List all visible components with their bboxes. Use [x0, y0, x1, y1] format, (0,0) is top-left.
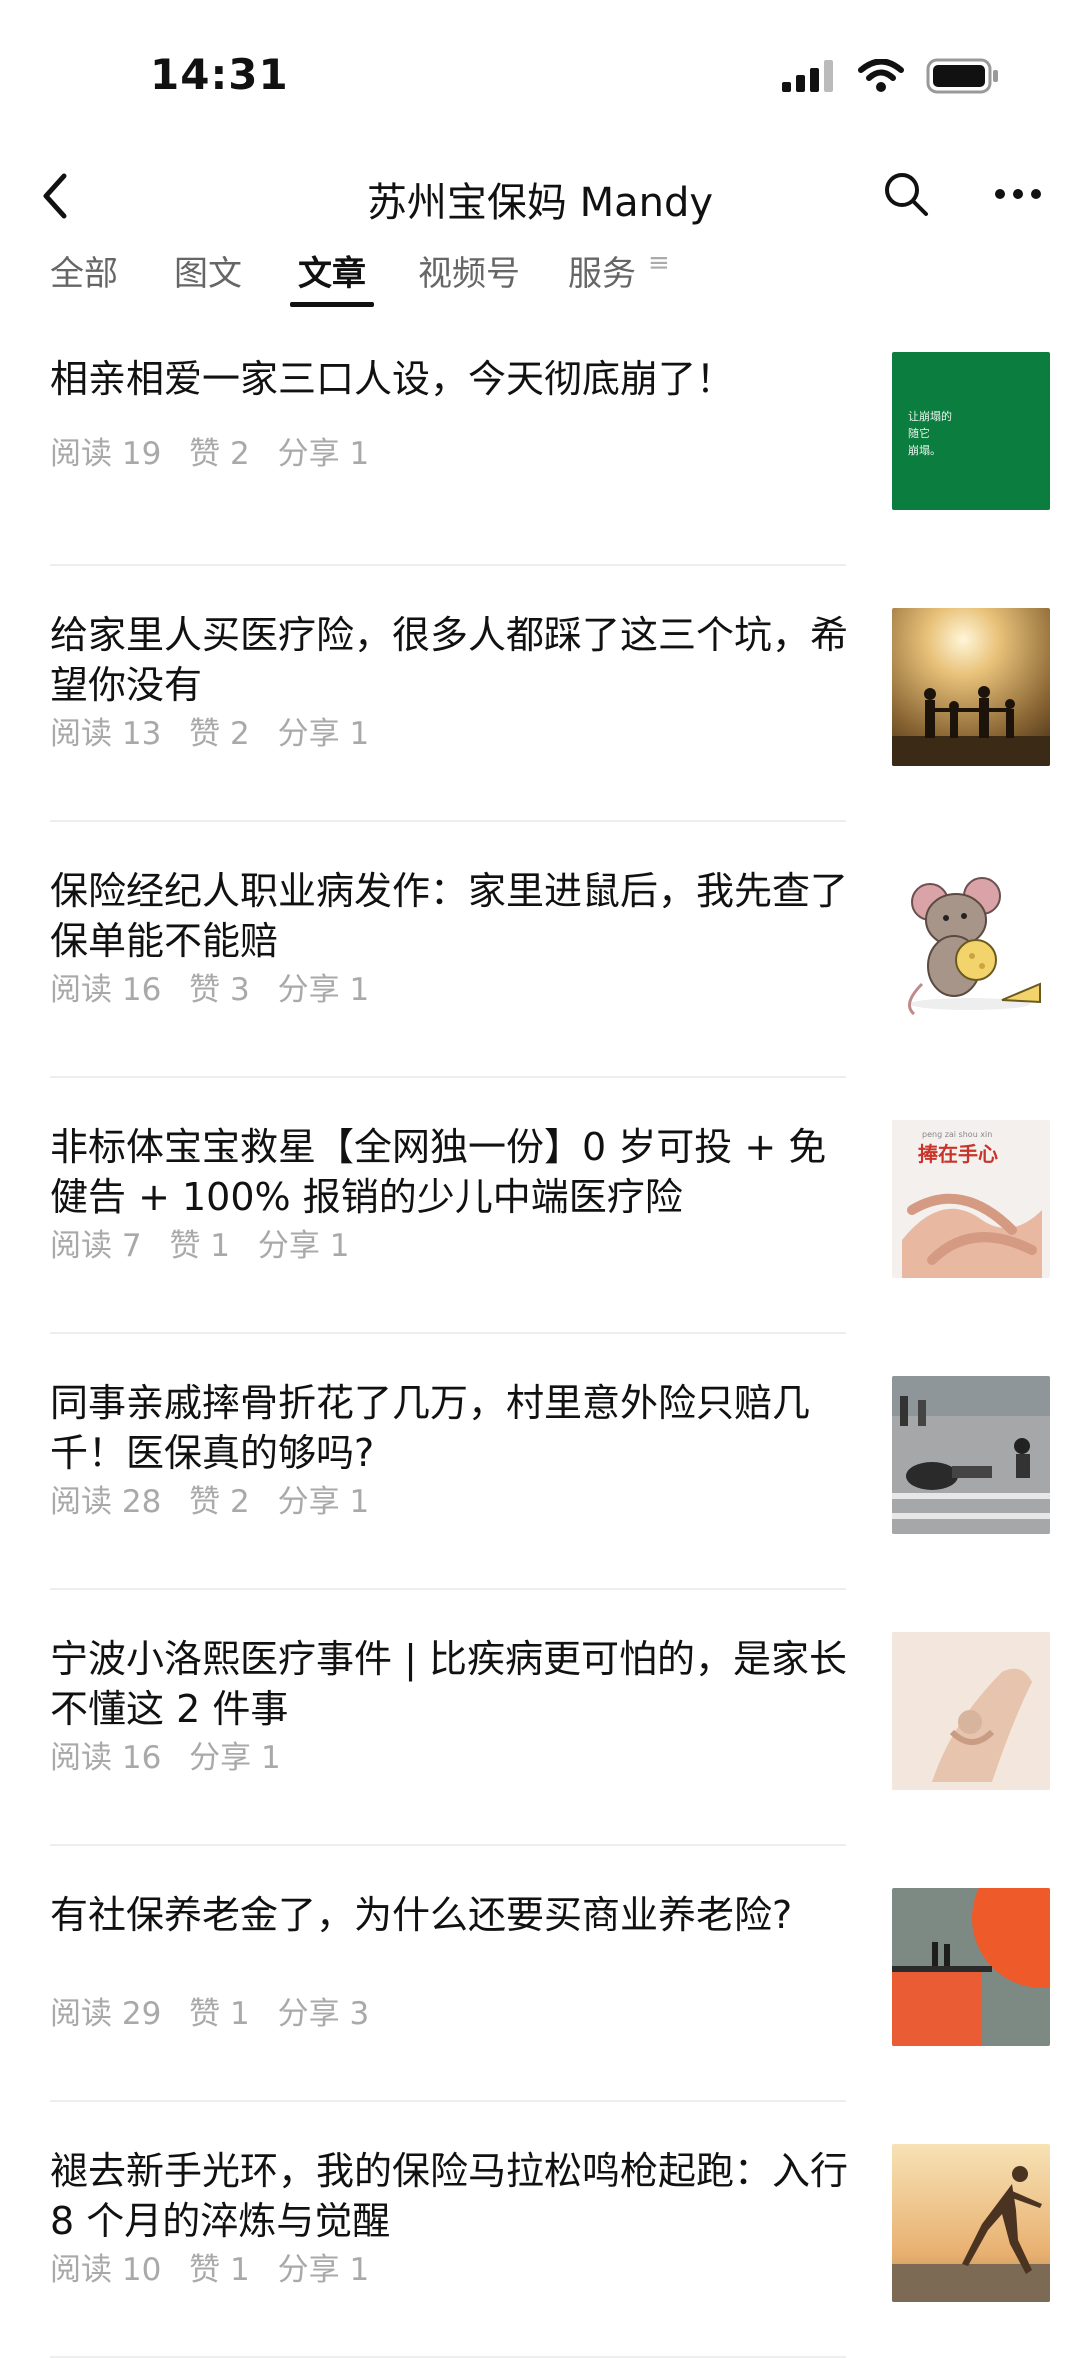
share-count: 分享 1 — [277, 1484, 370, 1520]
read-count: 阅读 19 — [50, 436, 162, 472]
battery-icon — [926, 58, 998, 94]
read-count: 阅读 7 — [50, 1228, 142, 1264]
article-title: 同事亲戚摔骨折花了几万，村里意外险只赔几千！医保真的够吗? — [50, 1381, 811, 1475]
like-count: 赞 3 — [189, 972, 250, 1008]
article-thumbnail: 让崩塌的 随它 崩塌。 — [892, 352, 1050, 510]
family-sunset-image — [892, 608, 1050, 766]
article-title: 宁波小洛熙医疗事件 | 比疾病更可怕的，是家长不懂这 2 件事 — [50, 1637, 847, 1731]
article-title: 保险经纪人职业病发作：家里进鼠后，我先查了保单能不能赔 — [50, 869, 849, 963]
article-meta: 阅读 10 赞 1 分享 1 — [50, 2244, 387, 2289]
article-meta: 阅读 28 赞 2 分享 1 — [50, 1476, 387, 1521]
share-count: 分享 1 — [189, 1740, 281, 1776]
tab-services[interactable]: 服务 — [568, 246, 636, 295]
article-title: 有社保养老金了，为什么还要买商业养老险? — [50, 1893, 793, 1937]
share-count: 分享 3 — [277, 1996, 370, 2032]
article-meta: 阅读 13 赞 2 分享 1 — [50, 708, 387, 753]
status-bar: 14:31 — [0, 0, 1080, 140]
like-count: 赞 2 — [189, 1484, 250, 1520]
system-icons — [782, 58, 1000, 94]
article-item[interactable]: 褪去新手光环，我的保险马拉松鸣枪起跑：入行 8 个月的淬炼与觉醒 阅读 10 赞… — [0, 2102, 1080, 2358]
more-options-icon[interactable] — [992, 170, 1044, 218]
hands-image — [902, 1193, 1042, 1278]
tab-bar: 全部 图文 文章 视频号 服务 ≡ — [0, 240, 1080, 310]
article-thumbnail — [892, 1632, 1050, 1790]
share-count: 分享 1 — [277, 716, 370, 752]
article-meta: 阅读 16 分享 1 — [50, 1732, 299, 1777]
article-thumbnail — [892, 2144, 1050, 2302]
hand-holding-child-image — [892, 1632, 1050, 1790]
share-count: 分享 1 — [277, 436, 370, 472]
like-count: 赞 1 — [169, 1228, 231, 1264]
read-count: 阅读 13 — [50, 716, 162, 752]
like-count: 赞 2 — [189, 436, 250, 472]
like-count: 赞 2 — [189, 716, 250, 752]
article-thumbnail — [892, 608, 1050, 766]
share-count: 分享 1 — [257, 1228, 350, 1264]
article-thumbnail: peng zai shou xin 捧在手心 — [892, 1120, 1050, 1278]
article-thumbnail — [892, 1888, 1050, 2046]
couple-cliff-sunset-image — [892, 1888, 1050, 2046]
share-count: 分享 1 — [277, 972, 370, 1008]
read-count: 阅读 16 — [50, 972, 162, 1008]
tab-articles[interactable]: 文章 — [298, 246, 366, 295]
article-item[interactable]: 有社保养老金了，为什么还要买商业养老险? 阅读 29 赞 1 分享 3 — [0, 1846, 1080, 2102]
article-meta: 阅读 7 赞 1 分享 1 — [50, 1220, 367, 1265]
cellular-signal-icon — [782, 60, 833, 92]
article-title: 给家里人买医疗险，很多人都踩了这三个坑，希望你没有 — [50, 613, 849, 707]
article-thumbnail — [892, 1376, 1050, 1534]
article-meta: 阅读 29 赞 1 分享 3 — [50, 1988, 387, 2033]
article-item[interactable]: 给家里人买医疗险，很多人都踩了这三个坑，希望你没有 阅读 13 赞 2 分享 1 — [0, 566, 1080, 822]
mouse-cheese-illustration — [908, 877, 1041, 1016]
nav-header: 苏州宝保妈 Mandy — [0, 150, 1080, 240]
article-item[interactable]: 宁波小洛熙医疗事件 | 比疾病更可怕的，是家长不懂这 2 件事 阅读 16 分享… — [0, 1590, 1080, 1846]
tab-all[interactable]: 全部 — [50, 246, 118, 295]
search-icon[interactable] — [882, 170, 930, 218]
read-count: 阅读 10 — [50, 2252, 162, 2288]
read-count: 阅读 29 — [50, 1996, 162, 2032]
status-time: 14:31 — [150, 50, 289, 99]
runner-sunrise-image — [892, 2144, 1050, 2302]
article-item[interactable]: 同事亲戚摔骨折花了几万，村里意外险只赔几千！医保真的够吗? 阅读 28 赞 2 … — [0, 1334, 1080, 1590]
like-count: 赞 1 — [189, 1996, 250, 2032]
wifi-icon — [858, 59, 904, 92]
article-meta: 阅读 16 赞 3 分享 1 — [50, 964, 387, 1009]
share-count: 分享 1 — [277, 2252, 370, 2288]
article-title: 褪去新手光环，我的保险马拉松鸣枪起跑：入行 8 个月的淬炼与觉醒 — [50, 2149, 849, 2243]
tab-image-text[interactable]: 图文 — [174, 246, 242, 295]
read-count: 阅读 28 — [50, 1484, 162, 1520]
article-item[interactable]: 相亲相爱一家三口人设，今天彻底崩了！ 阅读 19 赞 2 分享 1 让崩塌的 随… — [0, 310, 1080, 566]
article-item[interactable]: 保险经纪人职业病发作：家里进鼠后，我先查了保单能不能赔 阅读 16 赞 3 分享… — [0, 822, 1080, 1078]
like-count: 赞 1 — [189, 2252, 250, 2288]
thumbnail-caption: 让崩塌的 随它 崩塌。 — [908, 410, 952, 457]
article-thumbnail — [892, 864, 1050, 1022]
article-title: 相亲相爱一家三口人设，今天彻底崩了！ — [50, 357, 735, 401]
article-meta: 阅读 19 赞 2 分享 1 — [50, 428, 387, 473]
active-tab-indicator — [290, 302, 374, 307]
article-title: 非标体宝宝救星【全网独一份】0 岁可投 + 免健告 + 100% 报销的少儿中端… — [50, 1125, 827, 1219]
article-item[interactable]: 非标体宝宝救星【全网独一份】0 岁可投 + 免健告 + 100% 报销的少儿中端… — [0, 1078, 1080, 1334]
street-accident-image — [892, 1376, 1050, 1534]
tab-channels[interactable]: 视频号 — [418, 246, 520, 295]
read-count: 阅读 16 — [50, 1740, 162, 1776]
tab-menu-icon[interactable]: ≡ — [648, 248, 670, 278]
